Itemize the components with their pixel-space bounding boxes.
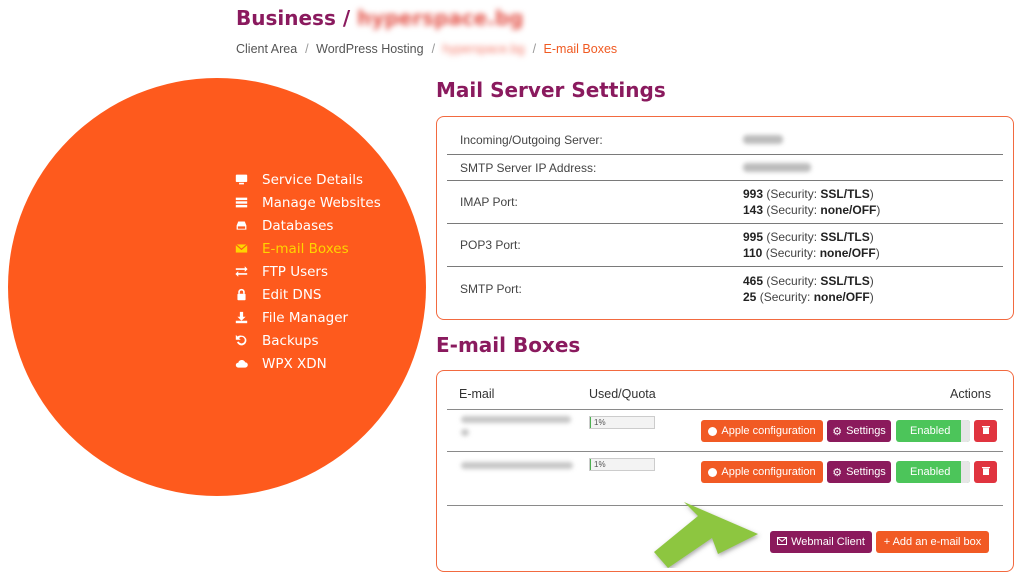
apple-config-icon	[708, 426, 718, 436]
mail-row-label: SMTP Server IP Address:	[460, 160, 597, 175]
lock-icon	[234, 288, 248, 302]
apple-configuration-button[interactable]: Apple configuration	[701, 420, 823, 442]
database-icon	[234, 219, 248, 233]
breadcrumb-client-area[interactable]: Client Area	[236, 42, 297, 56]
gear-icon: ⚙	[832, 425, 843, 438]
trash-icon	[981, 425, 990, 437]
breadcrumb-separator: /	[431, 42, 436, 56]
mail-server-settings-title: Mail Server Settings	[436, 78, 666, 102]
sidebar-item-manage-websites[interactable]: Manage Websites	[234, 191, 381, 214]
sidebar-item-label: File Manager	[262, 309, 349, 326]
page-title: Business / hyperspace.bg	[236, 6, 523, 30]
delete-button[interactable]	[974, 420, 997, 442]
sidebar-item-label: Backups	[262, 332, 319, 349]
cloud-icon	[234, 357, 248, 371]
column-header-actions: Actions	[950, 387, 991, 401]
mail-row-server: Incoming/Outgoing Server:	[447, 125, 1003, 155]
table-row: 1% Apple configuration ⚙ Settings Enabled	[447, 409, 1003, 449]
quota-bar: 1%	[589, 416, 655, 429]
mail-row-smtp: SMTP Port: 465 (Security: SSL/TLS) 25 (S…	[447, 267, 1003, 310]
sidebar-item-file-manager[interactable]: File Manager	[234, 306, 381, 329]
sidebar-item-label: WPX XDN	[262, 355, 327, 372]
sidebar-item-label: E-mail Boxes	[262, 240, 349, 257]
quota-fill	[590, 417, 591, 428]
sidebar-item-service-details[interactable]: Service Details	[234, 168, 381, 191]
mail-row-label: IMAP Port:	[460, 195, 518, 209]
imap-port-values: 993 (Security: SSL/TLS) 143 (Security: n…	[743, 187, 881, 217]
mail-row-imap: IMAP Port: 993 (Security: SSL/TLS) 143 (…	[447, 181, 1003, 224]
column-header-quota: Used/Quota	[589, 387, 656, 401]
history-icon	[234, 334, 248, 348]
envelope-icon	[234, 242, 248, 256]
sidebar-item-label: Databases	[262, 217, 334, 234]
sidebar-item-ftp-users[interactable]: FTP Users	[234, 260, 381, 283]
breadcrumb-separator: /	[305, 42, 309, 56]
sidebar-menu: Service Details Manage Websites Database…	[234, 168, 381, 375]
sidebar-item-label: Edit DNS	[262, 286, 322, 303]
email-boxes-title: E-mail Boxes	[436, 333, 581, 357]
add-email-box-button[interactable]: + Add an e-mail box	[876, 531, 989, 553]
mail-row-smtp-ip: SMTP Server IP Address:	[447, 155, 1003, 181]
breadcrumb-wordpress-hosting[interactable]: WordPress Hosting	[316, 42, 423, 56]
page-title-prefix: Business /	[236, 6, 351, 30]
sidebar-item-label: FTP Users	[262, 263, 329, 280]
pop3-port-values: 995 (Security: SSL/TLS) 110 (Security: n…	[743, 230, 880, 260]
sidebar-item-databases[interactable]: Databases	[234, 214, 381, 237]
monitor-icon	[234, 173, 248, 187]
exchange-icon	[234, 265, 248, 279]
quota-text: 1%	[594, 460, 606, 469]
column-header-email: E-mail	[459, 387, 495, 401]
smtp-port-values: 465 (Security: SSL/TLS) 25 (Security: no…	[743, 273, 874, 304]
sidebar-item-email-boxes[interactable]: E-mail Boxes	[234, 237, 381, 260]
gear-icon: ⚙	[832, 466, 843, 479]
quota-text: 1%	[594, 418, 606, 427]
sidebar-item-label: Manage Websites	[262, 194, 381, 211]
download-icon	[234, 311, 248, 325]
mail-row-label: SMTP Port:	[460, 281, 522, 296]
quota-fill	[590, 459, 591, 470]
enabled-toggle[interactable]: Enabled	[896, 420, 970, 442]
breadcrumb-email-boxes: E-mail Boxes	[543, 42, 618, 56]
toggle-knob	[961, 420, 970, 442]
sidebar-item-wpx-xdn[interactable]: WPX XDN	[234, 352, 381, 375]
delete-button[interactable]	[974, 461, 997, 483]
mail-row-label: Incoming/Outgoing Server:	[460, 132, 603, 147]
trash-icon	[981, 466, 990, 478]
mail-row-label: POP3 Port:	[460, 238, 521, 252]
smtp-ip-redacted	[743, 160, 811, 176]
list-icon	[234, 196, 248, 210]
page-title-domain: hyperspace.bg	[357, 6, 524, 30]
webmail-client-button[interactable]: Webmail Client	[770, 531, 872, 553]
sidebar-item-label: Service Details	[262, 171, 363, 188]
green-pointer-arrow-icon	[654, 502, 758, 568]
breadcrumb-separator: /	[532, 42, 537, 56]
enabled-toggle[interactable]: Enabled	[896, 461, 970, 483]
settings-button[interactable]: ⚙ Settings	[827, 461, 891, 483]
toggle-knob	[961, 461, 970, 483]
email-address-redacted	[461, 462, 573, 484]
sidebar-item-backups[interactable]: Backups	[234, 329, 381, 352]
settings-button[interactable]: ⚙ Settings	[827, 420, 891, 442]
email-address-redacted	[461, 416, 573, 438]
mail-row-pop3: POP3 Port: 995 (Security: SSL/TLS) 110 (…	[447, 224, 1003, 267]
mail-server-hostname-redacted	[743, 132, 783, 148]
sidebar-item-edit-dns[interactable]: Edit DNS	[234, 283, 381, 306]
breadcrumb: Client Area / WordPress Hosting / hyperspa…	[236, 42, 621, 56]
mail-server-settings-card: Incoming/Outgoing Server: SMTP Server IP…	[436, 116, 1014, 320]
breadcrumb-domain[interactable]: hyperspace.bg	[443, 42, 525, 56]
